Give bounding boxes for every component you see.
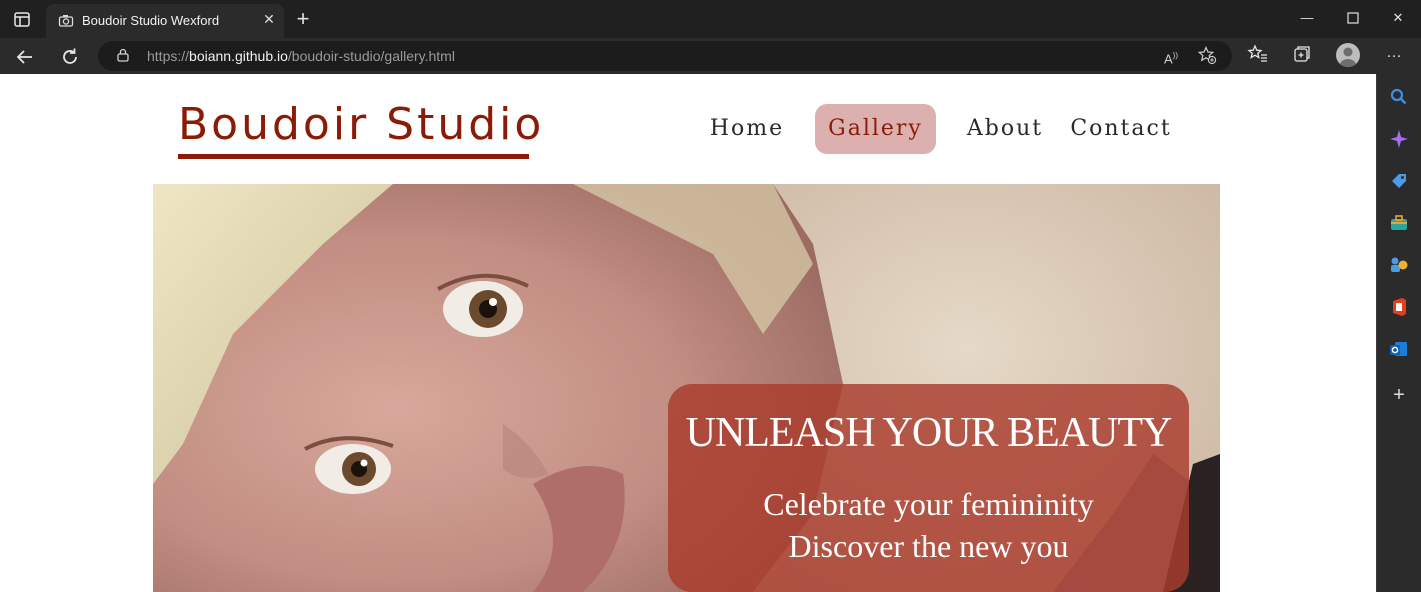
- tab-title: Boudoir Studio Wexford: [82, 13, 220, 28]
- nav-link-about[interactable]: About: [962, 104, 1048, 154]
- copilot-sparkle-icon[interactable]: [1389, 129, 1409, 149]
- nav-link-contact[interactable]: Contact: [1068, 104, 1174, 154]
- office-icon[interactable]: [1389, 297, 1409, 317]
- outlook-icon[interactable]: [1389, 339, 1409, 359]
- profile-avatar[interactable]: [1336, 43, 1360, 67]
- browser-tab[interactable]: Boudoir Studio Wexford ✕: [46, 4, 284, 38]
- tag-icon[interactable]: [1389, 171, 1409, 191]
- maximize-icon[interactable]: [1330, 6, 1376, 30]
- games-icon[interactable]: [1389, 255, 1409, 275]
- site-logo[interactable]: Boudoir Studio: [178, 98, 544, 152]
- add-favorite-icon[interactable]: [1196, 45, 1218, 67]
- url-text: https://boiann.github.io/boudoir-studio/…: [147, 48, 455, 64]
- nav-link-home[interactable]: Home: [704, 104, 790, 154]
- more-menu-icon[interactable]: ···: [1381, 43, 1407, 69]
- close-window-icon[interactable]: ✕: [1375, 6, 1421, 30]
- favorites-icon[interactable]: [1245, 43, 1271, 69]
- tab-actions-icon[interactable]: [8, 9, 36, 31]
- new-tab-icon[interactable]: +: [292, 8, 314, 30]
- logo-underline: [178, 154, 529, 159]
- hero-tagline-2: Discover the new you: [788, 528, 1069, 564]
- read-aloud-icon[interactable]: A)): [1160, 45, 1182, 67]
- browser-sidebar: +: [1376, 74, 1421, 592]
- refresh-icon[interactable]: [57, 44, 83, 70]
- url-path: /boudoir-studio/gallery.html: [287, 48, 455, 64]
- hero-tagline-1: Celebrate your femininity: [763, 486, 1094, 522]
- close-tab-icon[interactable]: ✕: [260, 10, 278, 28]
- tab-bar: Boudoir Studio Wexford ✕ + — ✕: [0, 0, 1421, 38]
- back-icon[interactable]: [12, 44, 38, 70]
- add-sidebar-app-icon[interactable]: +: [1389, 385, 1409, 405]
- tools-icon[interactable]: [1389, 213, 1409, 233]
- camera-icon: [58, 13, 74, 29]
- hero-headline: UNLEASH YOUR BEAUTY: [685, 410, 1173, 456]
- hero-image: UNLEASH YOUR BEAUTY Celebrate your femin…: [153, 184, 1220, 592]
- collections-icon[interactable]: [1289, 43, 1315, 69]
- hero-caption: UNLEASH YOUR BEAUTY Celebrate your femin…: [668, 384, 1189, 592]
- url-host: boiann.github.io: [189, 48, 288, 64]
- address-bar[interactable]: https://boiann.github.io/boudoir-studio/…: [98, 41, 1232, 71]
- url-prefix: https://: [147, 48, 190, 64]
- lock-icon[interactable]: [116, 48, 130, 62]
- web-page: Boudoir Studio Home Gallery About Contac…: [0, 74, 1376, 592]
- search-icon[interactable]: [1389, 87, 1409, 107]
- minimize-icon[interactable]: —: [1284, 6, 1330, 30]
- nav-link-gallery[interactable]: Gallery: [815, 104, 936, 154]
- toolbar: https://boiann.github.io/boudoir-studio/…: [0, 38, 1421, 74]
